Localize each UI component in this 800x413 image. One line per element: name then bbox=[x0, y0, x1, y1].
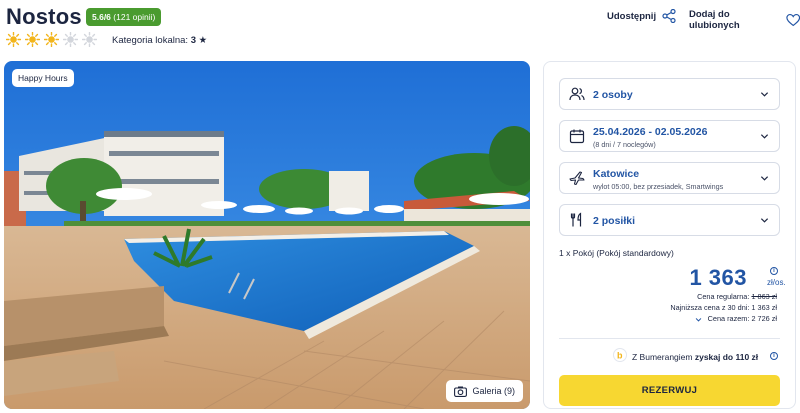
info-icon[interactable]: i bbox=[770, 352, 778, 360]
category-value: 3 ★ bbox=[190, 35, 208, 46]
category-label: Kategoria lokalna: bbox=[112, 35, 189, 46]
divider bbox=[559, 338, 780, 339]
regular-price: Cena regularna: 1 863 zł bbox=[697, 292, 777, 301]
departure-sub: wylot 05:00, bez przesiadek, Smartwings bbox=[593, 182, 724, 191]
rating-badge[interactable]: 5.6/6 (121 opinii) bbox=[86, 8, 162, 26]
share-icon bbox=[662, 9, 676, 23]
chevron-down-icon bbox=[760, 218, 769, 223]
total-price-toggle[interactable]: Cena razem: 2 726 zł bbox=[695, 314, 777, 323]
booking-panel: 2 osoby 25.04.2026 - 02.05.2026 (8 dni /… bbox=[543, 61, 796, 409]
people-icon bbox=[569, 87, 585, 101]
chevron-down-icon bbox=[760, 176, 769, 181]
gallery-label: Galeria (9) bbox=[472, 386, 515, 396]
sun-icon bbox=[44, 32, 59, 47]
gallery-button[interactable]: Galeria (9) bbox=[446, 380, 523, 402]
hotel-photo[interactable]: Happy Hours Galeria (9) bbox=[4, 61, 530, 409]
favorite-button[interactable]: Dodaj do ulubionych bbox=[689, 9, 800, 31]
guests-value: 2 osoby bbox=[593, 89, 633, 101]
share-label: Udostępnij bbox=[607, 10, 657, 22]
sun-icon bbox=[25, 32, 40, 47]
bumerang-offer: Z Bumerangiem zyskaj do 110 zł bbox=[632, 352, 758, 362]
lowest-price-30-days: Najniższa cena z 30 dni: 1 363 zł bbox=[670, 303, 777, 312]
bumerang-text: Z Bumerangiem bbox=[632, 352, 693, 362]
sun-icon bbox=[63, 32, 78, 47]
sun-rating bbox=[6, 32, 97, 47]
happy-hours-badge: Happy Hours bbox=[12, 69, 74, 87]
sun-icon bbox=[82, 32, 97, 47]
chevron-down-icon bbox=[760, 92, 769, 97]
meals-value: 2 posiłki bbox=[593, 215, 636, 227]
hotel-name: Nostos bbox=[6, 4, 82, 29]
local-category: Kategoria lokalna: 3 ★ bbox=[112, 35, 207, 46]
dates-selector[interactable]: 25.04.2026 - 02.05.2026 (8 dni / 7 nocle… bbox=[559, 120, 780, 152]
cutlery-icon bbox=[570, 212, 582, 227]
sun-icon bbox=[6, 32, 21, 47]
rating-value: 5.6/6 bbox=[92, 12, 111, 22]
review-count: (121 opinii) bbox=[113, 12, 156, 22]
bumerang-amount: zyskaj do 110 zł bbox=[694, 352, 759, 362]
chevron-down-icon bbox=[760, 134, 769, 139]
guests-selector[interactable]: 2 osoby bbox=[559, 78, 780, 110]
bumerang-icon: b bbox=[613, 348, 627, 362]
share-button[interactable]: Udostępnij bbox=[607, 9, 676, 23]
room-info: 1 x Pokój (Pokój standardowy) bbox=[559, 248, 674, 258]
favorite-label: Dodaj do ulubionych bbox=[689, 9, 740, 31]
price-per-person: 1 363 bbox=[689, 265, 747, 290]
camera-icon bbox=[454, 386, 468, 397]
dates-value: 25.04.2026 - 02.05.2026 bbox=[593, 126, 708, 138]
regular-price-label: Cena regularna: bbox=[697, 292, 750, 301]
departure-value: Katowice bbox=[593, 168, 640, 180]
total-price: Cena razem: 2 726 zł bbox=[707, 314, 777, 323]
chevron-down-icon bbox=[695, 317, 701, 322]
svg-text:b: b bbox=[617, 351, 623, 361]
price-unit: zł/os. bbox=[767, 278, 786, 287]
info-icon[interactable]: i bbox=[770, 267, 778, 275]
dates-sub: (8 dni / 7 noclegów) bbox=[593, 140, 656, 149]
regular-price-value: 1 863 zł bbox=[751, 292, 777, 301]
heart-icon bbox=[785, 13, 800, 27]
reserve-button[interactable]: REZERWUJ bbox=[559, 375, 780, 406]
plane-icon bbox=[569, 171, 585, 186]
calendar-icon bbox=[569, 129, 585, 144]
meals-selector[interactable]: 2 posiłki bbox=[559, 204, 780, 236]
departure-selector[interactable]: Katowice wylot 05:00, bez przesiadek, Sm… bbox=[559, 162, 780, 194]
pool-photo-image bbox=[4, 61, 530, 409]
